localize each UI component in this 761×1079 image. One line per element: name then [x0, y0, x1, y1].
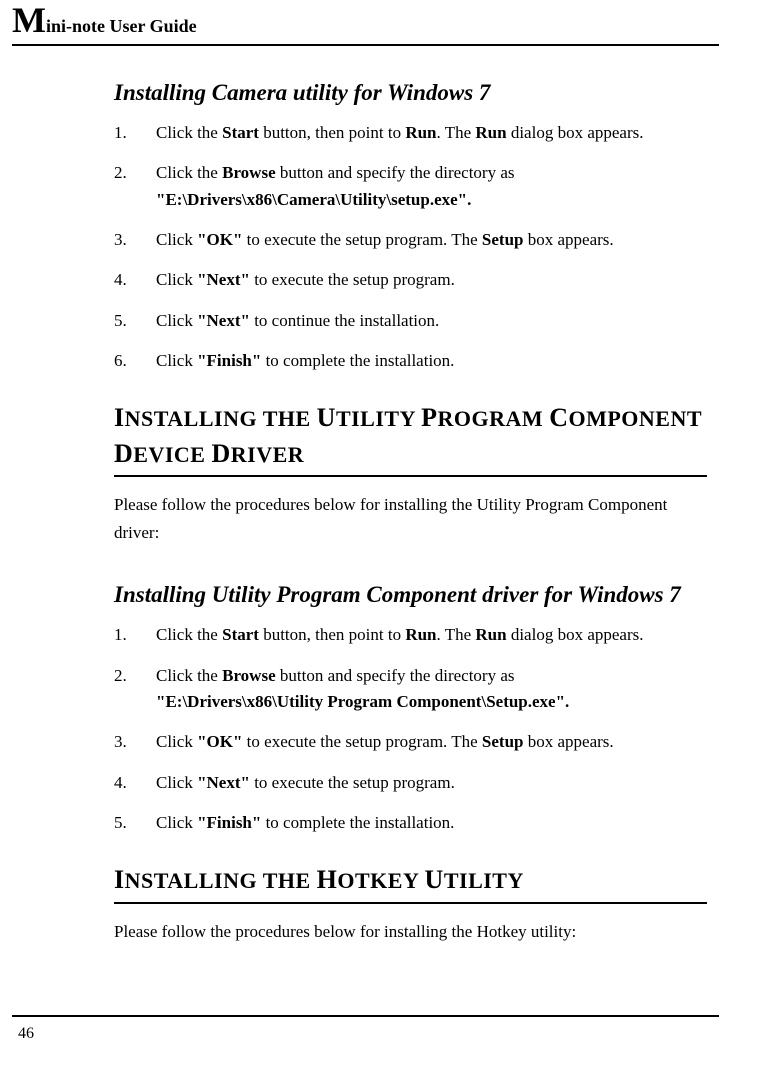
list-item: Click the Start button, then point to Ru… [114, 120, 707, 146]
sec1-steps: Click the Start button, then point to Ru… [114, 120, 707, 374]
sec2-heading: INSTALLING THE UTILITY PROGRAM COMPONENT… [114, 400, 707, 476]
list-item: Click "Finish" to complete the installat… [114, 348, 707, 374]
list-item: Click "Next" to execute the setup progra… [114, 770, 707, 796]
sec3-heading: INSTALLING THE HOTKEY UTILITY [114, 862, 707, 903]
list-item: Click "OK" to execute the setup program.… [114, 729, 707, 755]
sec2-intro: Please follow the procedures below for i… [114, 491, 707, 549]
sec3-intro: Please follow the procedures below for i… [114, 918, 707, 947]
page-number: 46 [12, 1025, 719, 1043]
list-item: Click "Next" to execute the setup progra… [114, 267, 707, 293]
sec2-subheading: Installing Utility Program Component dri… [114, 582, 707, 608]
list-item: Click the Browse button and specify the … [114, 160, 707, 213]
page-body: Installing Camera utility for Windows 7 … [48, 80, 713, 946]
header-initial: M [12, 0, 46, 40]
list-item: Click "Finish" to complete the installat… [114, 810, 707, 836]
list-item: Click "OK" to execute the setup program.… [114, 227, 707, 253]
sec1-subheading: Installing Camera utility for Windows 7 [114, 80, 707, 106]
page-footer: 46 [12, 1015, 719, 1043]
page-header: Mini-note User Guide [12, 0, 719, 46]
sec2-steps: Click the Start button, then point to Ru… [114, 622, 707, 836]
list-item: Click the Browse button and specify the … [114, 663, 707, 716]
list-item: Click the Start button, then point to Ru… [114, 622, 707, 648]
list-item: Click "Next" to continue the installatio… [114, 308, 707, 334]
header-title: ini-note User Guide [46, 16, 197, 36]
